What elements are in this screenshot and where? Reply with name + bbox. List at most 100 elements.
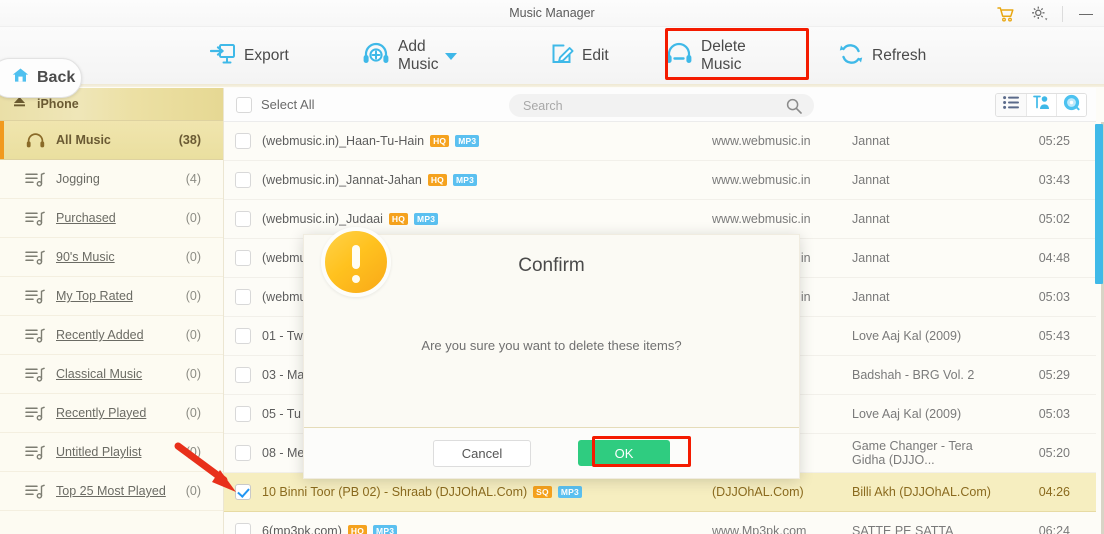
back-button[interactable]: Back: [0, 58, 82, 98]
track-duration-cell: 05:29: [1038, 368, 1070, 382]
playlist-icon: [22, 445, 48, 460]
sidebar-item-label: Recently Played: [56, 406, 147, 420]
track-checkbox-cell[interactable]: [224, 367, 262, 383]
track-checkbox[interactable]: [235, 172, 251, 188]
delete-music-icon: [665, 42, 693, 71]
sidebar-item-count: (0): [185, 406, 201, 420]
track-checkbox-cell[interactable]: [224, 250, 262, 266]
track-checkbox-cell[interactable]: [224, 172, 262, 188]
track-checkbox[interactable]: [235, 289, 251, 305]
track-name-cell: (webmusic.in)_Haan-Tu-Hain HQ MP3: [262, 134, 712, 148]
sidebar-item-recently-added[interactable]: Recently Added (0): [0, 316, 223, 355]
track-title: 10 Binni Toor (PB 02) - Shraab (DJJOhAL.…: [262, 485, 528, 499]
track-row[interactable]: (webmusic.in)_Haan-Tu-Hain HQ MP3 www.webmu…: [224, 122, 1096, 161]
playlist-icon: [22, 367, 48, 382]
track-title: (webmusic.in)_Jannat-Jahan: [262, 173, 422, 187]
track-album-cell: Love Aaj Kal (2009): [852, 329, 962, 343]
track-checkbox[interactable]: [235, 250, 251, 266]
track-source-cell: www.webmusic.in: [712, 212, 811, 226]
toolbar-edit-button[interactable]: Edit: [550, 27, 609, 85]
playlist-icon: [22, 211, 48, 226]
track-duration-cell: 05:03: [1038, 407, 1070, 421]
track-duration-cell: 05:43: [1038, 329, 1070, 343]
track-checkbox[interactable]: [235, 367, 251, 383]
sidebar-item-jogging[interactable]: Jogging (4): [0, 160, 223, 199]
select-all-checkbox[interactable]: [236, 96, 252, 113]
track-checkbox-cell[interactable]: [224, 523, 262, 534]
track-name-cell: 10 Binni Toor (PB 02) - Shraab (DJJOhAL.…: [262, 485, 712, 499]
track-badge-hq: HQ: [347, 525, 368, 534]
track-source-cell: www.webmusic.in: [712, 173, 811, 187]
toolbar-export-button[interactable]: Export: [209, 27, 289, 85]
track-name-cell: 6(mp3pk.com) HQ MP3: [262, 524, 712, 534]
toolbar-refresh-button[interactable]: Refresh: [838, 27, 926, 85]
sidebar-item-recently-played[interactable]: Recently Played (0): [0, 394, 223, 433]
track-checkbox-cell[interactable]: [224, 133, 262, 149]
list-view-button[interactable]: [996, 94, 1026, 116]
disc-icon: [1063, 94, 1080, 116]
dialog-body: Confirm Are you sure you want to delete …: [304, 227, 799, 429]
track-checkbox[interactable]: [235, 445, 251, 461]
album-view-button[interactable]: [1056, 94, 1086, 116]
sidebar-item-count: (0): [185, 445, 201, 459]
playlist-icon: [22, 406, 48, 421]
track-row[interactable]: 6(mp3pk.com) HQ MP3 www.Mp3pk.com SATTE PE S…: [224, 512, 1096, 534]
sidebar-item-purchased[interactable]: Purchased (0): [0, 199, 223, 238]
track-checkbox[interactable]: [235, 211, 251, 227]
sidebar-item-label: Recently Added: [56, 328, 144, 342]
track-checkbox[interactable]: [235, 523, 251, 534]
gear-icon[interactable]: [1029, 4, 1049, 24]
track-checkbox-cell[interactable]: [224, 445, 262, 461]
window-controls: [996, 0, 1096, 27]
track-checkbox[interactable]: [235, 484, 251, 500]
track-album-cell: Jannat: [852, 290, 890, 304]
track-badge-mp3: MP3: [455, 135, 480, 147]
dialog-message: Are you sure you want to delete these it…: [421, 338, 682, 353]
vertical-scrollbar-thumb[interactable]: [1095, 124, 1103, 284]
sidebar-item-classical-music[interactable]: Classical Music (0): [0, 355, 223, 394]
chevron-down-icon[interactable]: [445, 52, 458, 60]
artist-view-button[interactable]: [1026, 94, 1056, 116]
track-album-cell: Game Changer - Tera Gidha (DJJO...: [852, 439, 973, 467]
track-checkbox[interactable]: [235, 406, 251, 422]
sidebar-item-label: My Top Rated: [56, 289, 133, 303]
sidebar-item-label: Jogging: [56, 172, 100, 186]
minimize-icon[interactable]: [1076, 4, 1096, 24]
search-box[interactable]: [509, 94, 814, 117]
sidebar-item-top-25-most-played[interactable]: Top 25 Most Played (0): [0, 472, 223, 511]
add-music-icon: [362, 42, 390, 71]
track-badge-mp3: MP3: [452, 174, 478, 186]
confirm-dialog: Confirm Are you sure you want to delete …: [303, 227, 800, 479]
track-checkbox-cell[interactable]: [224, 406, 262, 422]
sidebar-item-all-music[interactable]: All Music (38): [0, 121, 223, 160]
track-album-cell: Billi Akh (DJJOhAL.Com): [852, 485, 991, 499]
track-checkbox[interactable]: [235, 328, 251, 344]
music-manager-window: Music Manager Export Add Music Edit Dele…: [0, 0, 1104, 534]
toolbar-delete-music-button[interactable]: Delete Music: [665, 27, 746, 85]
track-checkbox-cell[interactable]: [224, 211, 262, 227]
cart-icon[interactable]: [996, 4, 1016, 24]
track-title: (webmusic.in)_Haan-Tu-Hain: [262, 134, 425, 148]
dialog-title: Confirm: [518, 255, 585, 276]
track-album-cell: Jannat: [852, 212, 890, 226]
track-row[interactable]: (webmusic.in)_Jannat-Jahan HQ MP3 www.webmu…: [224, 161, 1096, 200]
sidebar-item-label: 90's Music: [56, 250, 115, 264]
back-button-label: Back: [37, 69, 76, 86]
toolbar-add-music-button[interactable]: Add Music: [362, 27, 458, 85]
sidebar-device-label: iPhone: [37, 97, 79, 111]
track-checkbox-cell[interactable]: [224, 484, 262, 500]
search-icon[interactable]: [786, 98, 802, 119]
track-checkbox-cell[interactable]: [224, 289, 262, 305]
playlist-icon: [22, 328, 48, 343]
select-all-control[interactable]: Select All: [236, 96, 314, 113]
cancel-button[interactable]: Cancel: [433, 439, 531, 467]
track-checkbox[interactable]: [235, 133, 251, 149]
search-input[interactable]: [523, 98, 773, 113]
track-duration-cell: 05:20: [1038, 446, 1070, 460]
sidebar-item-untitled-playlist[interactable]: Untitled Playlist (0): [0, 433, 223, 472]
ok-button[interactable]: OK: [578, 440, 670, 466]
track-checkbox-cell[interactable]: [224, 328, 262, 344]
sidebar-item-my-top-rated[interactable]: My Top Rated (0): [0, 277, 223, 316]
sidebar-item-90-s-music[interactable]: 90's Music (0): [0, 238, 223, 277]
track-album-cell: Badshah - BRG Vol. 2: [852, 368, 975, 382]
